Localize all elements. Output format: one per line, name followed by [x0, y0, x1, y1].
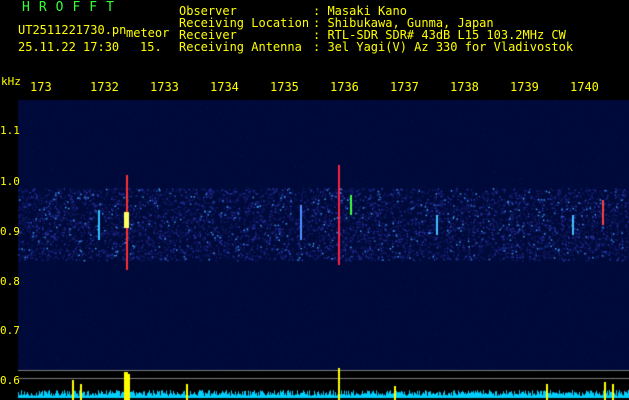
counter-label: 15.	[140, 40, 162, 54]
antenna-value: : 3el Yagi(V) Az 330 for Vladivostok	[313, 40, 574, 54]
time-tick-label: 173	[30, 80, 52, 94]
freq-tick-label: 0.9	[0, 225, 20, 238]
spectrogram-canvas	[0, 0, 629, 400]
time-tick-label: 1737	[390, 80, 419, 94]
freq-tick-label: 1.1	[0, 124, 20, 137]
time-tick-label: 1734	[210, 80, 239, 94]
time-tick-label: 1738	[450, 80, 479, 94]
datetime-label: 25.11.22 17:30	[18, 40, 120, 54]
brand-title: HROFFT	[22, 0, 123, 15]
time-tick-label: 1736	[330, 80, 359, 94]
antenna-label: Receiving Antenna	[179, 40, 302, 54]
time-tick-label: 1732	[90, 80, 119, 94]
time-tick-label: 1735	[270, 80, 299, 94]
freq-tick-label: 1.0	[0, 175, 20, 188]
time-tick-label: 1733	[150, 80, 179, 94]
meteor-tag: meteor	[126, 26, 170, 40]
time-tick-label: 1740	[570, 80, 599, 94]
freq-unit-label: kHz	[1, 75, 21, 88]
freq-tick-label: 0.8	[0, 275, 20, 288]
freq-tick-label: 0.7	[0, 324, 20, 337]
freq-tick-label: 0.6	[0, 374, 20, 387]
time-tick-label: 1739	[510, 80, 539, 94]
filename-label: UT2511221730.pn	[18, 23, 127, 37]
